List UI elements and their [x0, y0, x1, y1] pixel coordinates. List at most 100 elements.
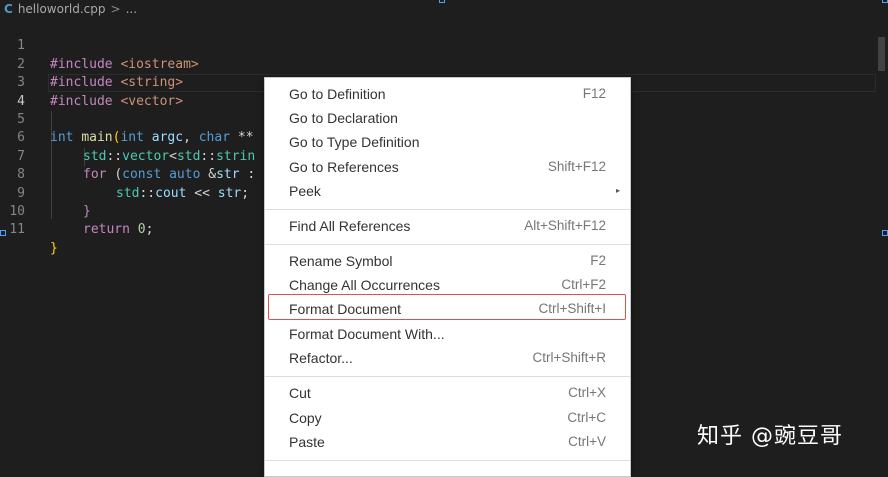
- menu-item-format-document-with[interactable]: Format Document With...: [289, 323, 606, 345]
- menu-item-label: Format Document: [289, 301, 402, 317]
- token: vector: [122, 148, 170, 164]
- menu-item-label: Go to Type Definition: [289, 134, 420, 150]
- menu-item-shortcut: F2: [590, 253, 606, 268]
- menu-item-go-to-type-definition[interactable]: Go to Type Definition: [289, 131, 606, 153]
- code-line: 11 }: [0, 203, 57, 255]
- menu-item-format-document[interactable]: Format Document Ctrl+Shift+I: [289, 298, 606, 320]
- menu-item-label: Find All References: [289, 218, 411, 234]
- menu-item-change-all-occurrences[interactable]: Change All Occurrences Ctrl+F2: [289, 274, 606, 296]
- token: for: [83, 167, 115, 183]
- resize-handle[interactable]: [439, 0, 445, 3]
- code-line: 7 for (const auto &str :: [0, 129, 255, 182]
- menu-item-shortcut: Alt+Shift+F12: [524, 218, 606, 233]
- menu-separator: [265, 460, 630, 461]
- token: str: [216, 167, 240, 183]
- menu-item-peek[interactable]: Peek ▸: [289, 180, 620, 202]
- menu-item-shortcut: F12: [582, 86, 606, 101]
- token: std: [116, 185, 140, 201]
- token: #include: [50, 75, 121, 91]
- menu-separator: [265, 376, 630, 377]
- token: ;: [145, 222, 154, 238]
- token: <iostream>: [120, 56, 199, 72]
- menu-item-label: Rename Symbol: [289, 253, 393, 269]
- chevron-right-icon: >: [110, 2, 121, 16]
- token: return: [83, 222, 138, 238]
- cpp-file-icon: C: [4, 2, 13, 16]
- indent-guide: [51, 111, 52, 219]
- token: cout: [155, 185, 195, 201]
- token: <string>: [120, 75, 184, 91]
- token: :: [239, 167, 256, 183]
- code-line: 2 #include <string>: [0, 37, 183, 90]
- token: int: [50, 130, 82, 146]
- token: std: [83, 148, 107, 164]
- code-line: 9 }: [0, 166, 91, 219]
- menu-item-label: Format Document With...: [289, 326, 445, 342]
- menu-item-refactor[interactable]: Refactor... Ctrl+Shift+R: [289, 347, 606, 369]
- menu-item-shortcut: Ctrl+Shift+I: [538, 301, 606, 316]
- breadcrumb-file[interactable]: helloworld.cpp: [18, 2, 106, 16]
- menu-item-shortcut: Ctrl+X: [568, 385, 606, 400]
- token: ,: [183, 130, 199, 146]
- code-line: 8 std::cout << str;: [0, 148, 249, 200]
- token: (: [114, 167, 123, 183]
- menu-item-label: Go to Declaration: [289, 110, 398, 126]
- token: const: [122, 167, 170, 183]
- code-line: 5 int main(int argc, char **: [0, 93, 253, 145]
- menu-item-find-all-references[interactable]: Find All References Alt+Shift+F12: [289, 215, 606, 237]
- code-line: 6 std::vector<std::strin: [0, 111, 255, 163]
- token: #include: [50, 93, 121, 109]
- watermark: 知乎 @豌豆哥: [697, 424, 843, 449]
- menu-item-label: Paste: [289, 434, 325, 450]
- token: **: [237, 130, 254, 146]
- code-line: 4: [0, 74, 31, 109]
- menu-item-rename-symbol[interactable]: Rename Symbol F2: [289, 250, 606, 272]
- token: <<: [194, 185, 218, 201]
- token: argc: [151, 130, 184, 146]
- menu-item-shortcut: Ctrl+Shift+R: [532, 350, 606, 365]
- vertical-scrollbar[interactable]: [878, 37, 885, 71]
- token: <vector>: [120, 93, 184, 109]
- resize-handle[interactable]: [882, 0, 888, 3]
- menu-item-label: Go to References: [289, 159, 399, 175]
- resize-handle[interactable]: [882, 230, 888, 236]
- code-line: 10 return 0;: [0, 185, 153, 237]
- menu-item-paste[interactable]: Paste Ctrl+V: [289, 431, 606, 453]
- code-line: 3 #include <vector>: [0, 56, 183, 108]
- menu-item-label: Cut: [289, 385, 311, 401]
- token: &: [208, 167, 217, 183]
- token: }: [83, 204, 91, 219]
- token: auto: [169, 167, 209, 183]
- menu-item-go-to-references[interactable]: Go to References Shift+F12: [289, 156, 606, 178]
- menu-item-shortcut: Shift+F12: [547, 159, 606, 174]
- token: std: [176, 148, 201, 164]
- menu-item-label: Go to Definition: [289, 86, 386, 102]
- menu-separator: [265, 209, 630, 210]
- resize-handle[interactable]: [0, 230, 6, 236]
- menu-item-label: Refactor...: [289, 350, 353, 366]
- token: int: [120, 130, 152, 146]
- token: ::: [200, 148, 217, 164]
- breadcrumb-more[interactable]: ...: [126, 2, 137, 16]
- token: <: [169, 148, 177, 164]
- token: char: [198, 130, 238, 146]
- menu-item-label: Change All Occurrences: [289, 277, 440, 293]
- token: str: [217, 185, 242, 201]
- menu-separator: [265, 244, 630, 245]
- token: }: [50, 240, 58, 256]
- menu-item-shortcut: Ctrl+C: [567, 410, 606, 425]
- menu-item-copy[interactable]: Copy Ctrl+C: [289, 407, 606, 429]
- token: ;: [241, 185, 250, 201]
- menu-item-shortcut: Ctrl+V: [568, 434, 606, 449]
- menu-item-label: Copy: [289, 410, 322, 426]
- token: strin: [216, 148, 256, 164]
- token: ::: [139, 185, 156, 201]
- token: #include: [50, 56, 121, 72]
- menu-item-go-to-declaration[interactable]: Go to Declaration: [289, 107, 606, 129]
- menu-item-go-to-definition[interactable]: Go to Definition F12: [289, 83, 606, 105]
- token: ::: [106, 148, 123, 164]
- code-line: 1 #include <iostream>: [0, 19, 199, 71]
- context-menu: Go to Definition F12 Go to Declaration G…: [264, 77, 631, 477]
- menu-item-cut[interactable]: Cut Ctrl+X: [289, 382, 606, 404]
- token: 0: [137, 222, 146, 238]
